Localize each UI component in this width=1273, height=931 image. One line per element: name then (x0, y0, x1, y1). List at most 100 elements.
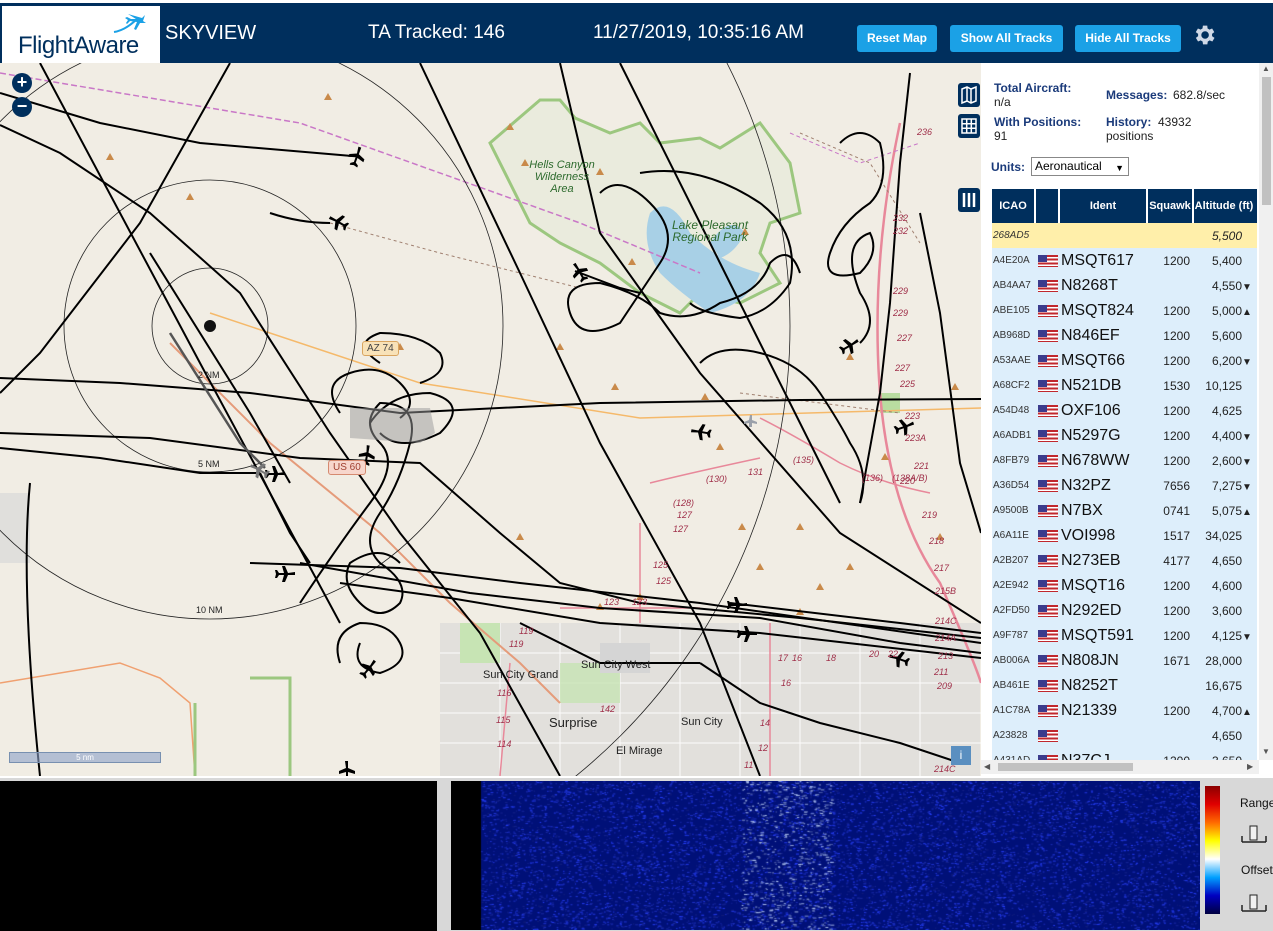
cell-flag (1036, 729, 1060, 742)
cell-icao: A6A11E (993, 530, 1029, 541)
table-row[interactable]: A9F787 MSQT591 1200 4,125▼ (992, 623, 1257, 648)
table-row[interactable]: AB4AA7 N8268T 4,550▼ (992, 273, 1257, 298)
cell-altitude: 4,650 (1194, 729, 1254, 743)
road-number-label: 223 (905, 411, 921, 421)
road-number-label: 214C (934, 764, 956, 774)
table-row[interactable]: A1C78A N21339 1200 4,700▲ (992, 698, 1257, 723)
units-label: Units: (991, 160, 1025, 174)
cell-flag (1036, 404, 1060, 417)
road-number-label: (136) (862, 473, 884, 483)
table-row[interactable]: A6A11E VOI998 1517 34,025 (992, 523, 1257, 548)
table-row[interactable]: AB006A N808JN 1671 28,000 (992, 648, 1257, 673)
table-row[interactable]: ABE105 MSQT824 1200 5,000▲ (992, 298, 1257, 323)
altitude-trend-icon: ▼ (1242, 481, 1252, 493)
place-lake-pleasant: Lake Pleasant Regional Park (671, 218, 749, 244)
road-number-label: 18 (826, 653, 837, 663)
columns-icon[interactable] (958, 188, 980, 212)
map-view[interactable]: 2 NM 5 NM 10 NM Hells Canyon Wilderness … (0, 63, 981, 776)
offset-slider[interactable] (1240, 891, 1268, 917)
cell-ident: N8268T (1061, 276, 1118, 294)
cell-flag (1036, 579, 1060, 592)
road-number-label: 125 (656, 576, 672, 586)
column-header-ident[interactable]: Ident (1060, 189, 1148, 223)
cell-ident: N808JN (1061, 651, 1119, 669)
horizontal-scroll-thumb[interactable] (998, 763, 1133, 771)
cell-squawk: 0741 (1163, 503, 1190, 518)
cell-flag (1036, 629, 1060, 642)
flightaware-logo[interactable]: FlightAware (2, 6, 160, 63)
cell-flag (1036, 679, 1060, 692)
table-row[interactable]: A9500B N7BX 0741 5,075▲ (992, 498, 1257, 523)
cell-flag (1036, 379, 1060, 392)
vertical-scroll-thumb[interactable] (1262, 77, 1271, 205)
cell-altitude: 5,075▲ (1194, 504, 1254, 518)
table-row[interactable]: A2B207 N273EB 4177 4,650 (992, 548, 1257, 573)
road-number-label: 20 (869, 649, 880, 659)
table-header: ICAO Ident Squawk Altitude (ft) (992, 189, 1257, 223)
table-row[interactable]: A6ADB1 N5297G 1200 4,400▼ (992, 423, 1257, 448)
info-button[interactable]: i (951, 746, 971, 765)
panel-vertical-scrollbar[interactable]: ▲ ▼ (1259, 63, 1273, 760)
history-value: 43932 (1158, 115, 1192, 129)
grid-icon[interactable] (958, 114, 980, 138)
cell-squawk: 1200 (1163, 703, 1190, 718)
cell-ident: N7BX (1061, 501, 1103, 519)
cell-icao: A4E20A (993, 255, 1030, 266)
road-number-label: 214A (935, 633, 957, 643)
column-header-flag[interactable] (1036, 189, 1060, 223)
road-number-label: 127 (677, 510, 693, 520)
units-select[interactable]: Aeronautical (1031, 157, 1129, 177)
road-number-label: 16 (792, 653, 803, 663)
show-all-tracks-button[interactable]: Show All Tracks (950, 25, 1063, 52)
road-number-label: (128) (673, 498, 695, 508)
table-body: 268AD5 5,500 A4E20A MSQT617 1200 5,400 AB4AA7 N… (992, 223, 1257, 764)
road-number-label: 115 (496, 715, 511, 725)
cell-ident: N521DB (1061, 376, 1122, 394)
current-datetime: 11/27/2019, 10:35:16 AM (593, 22, 804, 43)
table-row[interactable]: A68CF2 N521DB 1530 10,125 (992, 373, 1257, 398)
panel-horizontal-scrollbar[interactable]: ◀ ▶ (981, 760, 1259, 774)
cell-altitude: 4,125▼ (1194, 629, 1254, 643)
us-flag-icon (1038, 629, 1058, 642)
cell-icao: A9500B (993, 505, 1029, 516)
range-slider[interactable] (1240, 822, 1268, 848)
column-header-icao[interactable]: ICAO (992, 189, 1036, 223)
table-row[interactable]: A53AAE MSQT66 1200 6,200▼ (992, 348, 1257, 373)
cell-ident: N32PZ (1061, 476, 1111, 494)
cell-ident: OXF106 (1061, 401, 1121, 419)
table-row[interactable]: A2FD50 N292ED 1200 3,600 (992, 598, 1257, 623)
table-row[interactable]: A8FB79 N678WW 1200 2,600▼ (992, 448, 1257, 473)
column-header-squawk[interactable]: Squawk (1148, 189, 1194, 223)
table-row[interactable]: A4E20A MSQT617 1200 5,400 (992, 248, 1257, 273)
column-header-altitude[interactable]: Altitude (ft) (1194, 189, 1254, 223)
gear-icon[interactable] (1191, 22, 1217, 48)
altitude-trend-icon: ▼ (1242, 431, 1252, 443)
zoom-in-button[interactable]: + (12, 73, 32, 93)
road-number-label: 131 (748, 467, 764, 477)
altitude-value: 5,600 (1211, 328, 1242, 343)
range-label: Range (1240, 796, 1273, 810)
table-row[interactable]: A36D54 N32PZ 7656 7,275▼ (992, 473, 1257, 498)
place-surprise: Surprise (549, 715, 598, 730)
table-row[interactable]: AB461E N8252T 16,675 (992, 673, 1257, 698)
cell-ident: N21339 (1061, 701, 1118, 719)
reset-map-button[interactable]: Reset Map (857, 25, 937, 52)
cell-flag (1036, 504, 1060, 517)
us-flag-icon (1038, 454, 1058, 467)
map-layers-icon[interactable] (958, 83, 980, 107)
hide-all-tracks-button[interactable]: Hide All Tracks (1075, 25, 1181, 52)
table-row[interactable]: 268AD5 5,500 (992, 223, 1257, 248)
table-row[interactable]: A54D48 OXF106 1200 4,625 (992, 398, 1257, 423)
altitude-value: 4,125 (1211, 628, 1242, 643)
table-row[interactable]: AB968D N846EF 1200 5,600 (992, 323, 1257, 348)
road-number-label: (138A/B) (892, 473, 928, 483)
table-row[interactable]: A2E942 MSQT16 1200 4,600 (992, 573, 1257, 598)
road-number-label: 219 (922, 510, 938, 520)
waterfall-display (451, 781, 1200, 930)
table-row[interactable]: A23828 4,650 (992, 723, 1257, 748)
altitude-value: 4,600 (1211, 578, 1242, 593)
cell-ident: MSQT617 (1061, 251, 1134, 269)
us-flag-icon (1038, 604, 1058, 617)
road-number-label: 225 (900, 379, 916, 389)
zoom-out-button[interactable]: − (12, 97, 32, 117)
